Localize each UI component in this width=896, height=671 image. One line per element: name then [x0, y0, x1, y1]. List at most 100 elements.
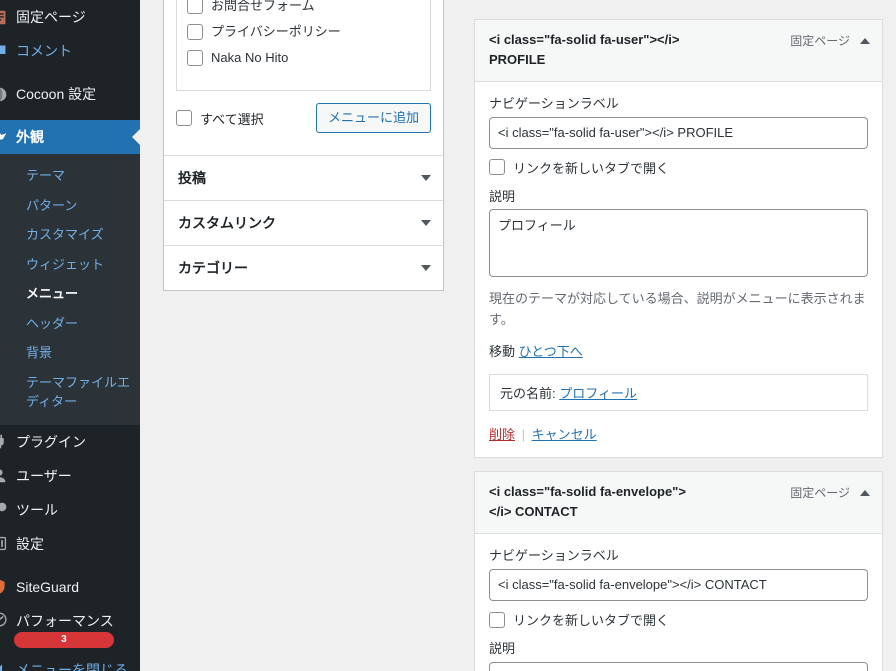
cancel-link[interactable]: キャンセル — [532, 427, 597, 442]
nav-label-input[interactable] — [489, 568, 868, 602]
chevron-down-icon[interactable] — [421, 220, 431, 226]
menu-item-title: <i class="fa-solid fa-user"></i> PROFILE — [489, 30, 679, 70]
checkbox-row[interactable]: お問合せフォーム — [187, 0, 420, 19]
sidebar-item-label: 固定ページ — [16, 9, 86, 25]
sidebar-item-settings[interactable]: 設定 — [0, 527, 140, 561]
description-textarea[interactable]: プロフィール — [489, 209, 868, 278]
submenu-item-customize[interactable]: カスタマイズ — [0, 220, 140, 250]
menu-item-type-label: 固定ページ — [790, 486, 850, 501]
checkbox[interactable] — [187, 0, 203, 14]
accordion-title: カスタムリンク — [178, 215, 276, 231]
sidebar-item-label: コメント — [16, 43, 72, 59]
description-label: 説明 — [489, 641, 516, 657]
submenu-item-header[interactable]: ヘッダー — [0, 309, 140, 339]
description-field-group: 説明 お問い合わせ — [489, 639, 868, 671]
submenu-item-patterns[interactable]: パターン — [0, 191, 140, 221]
menu-item-profile: <i class="fa-solid fa-user"></i> PROFILE … — [474, 19, 883, 459]
performance-update-badge: 3 — [14, 631, 114, 648]
accordion-title: カテゴリー — [178, 260, 248, 276]
sidebar-item-label: プラグイン — [16, 433, 86, 450]
accordion-custom-links[interactable]: カスタムリンク — [164, 200, 443, 245]
open-in-new-tab-checkbox[interactable] — [489, 159, 505, 176]
performance-icon — [0, 611, 14, 628]
sidebar-item-label: メニューを閉じる — [16, 661, 128, 671]
pages-checkbox-list[interactable]: プロフィール お問合せフォーム プライバシーポリシー Naka No Hito — [176, 0, 431, 91]
plugins-icon — [0, 433, 14, 450]
appearance-submenu: テーマ パターン カスタマイズ ウィジェット メニュー ヘッダー 背景 テーマフ… — [0, 154, 140, 425]
menu-item-title: <i class="fa-solid fa-envelope"> </i> CON… — [489, 482, 686, 522]
pages-icon — [0, 9, 14, 26]
add-menu-items-panel: プロフィール お問合せフォーム プライバシーポリシー Naka No Hito — [163, 0, 444, 291]
submenu-item-widgets[interactable]: ウィジェット — [0, 250, 140, 280]
settings-icon — [0, 535, 14, 552]
menu-item-title-line1: <i class="fa-solid fa-user"></i> — [489, 32, 680, 47]
nav-label-label: ナビゲーションラベル — [489, 548, 619, 564]
menu-item-header-right: 固定ページ — [790, 30, 870, 49]
original-name-box: 元の名前: プロフィール — [489, 374, 868, 412]
chevron-down-icon[interactable] — [421, 175, 431, 181]
delete-link[interactable]: 削除 — [489, 427, 515, 442]
sidebar-divider — [0, 561, 140, 570]
accordion-posts[interactable]: 投稿 — [164, 155, 443, 200]
sidebar-item-appearance[interactable]: 外観 — [0, 120, 140, 154]
nav-label-field-group: ナビゲーションラベル — [489, 94, 868, 149]
cocoon-icon — [0, 86, 14, 103]
submenu-item-themes[interactable]: テーマ — [0, 161, 140, 191]
sidebar-item-performance[interactable]: パフォーマンス 3 — [0, 604, 140, 653]
wordpress-admin-screen: 固定ページ コメント Cocoon 設定 外観 テーマ パターン カスタマイズ — [0, 0, 896, 671]
nav-label-label: ナビゲーションラベル — [489, 96, 619, 112]
chevron-up-icon[interactable] — [860, 489, 870, 496]
sidebar-item-label: SiteGuard — [16, 578, 80, 595]
description-field-group: 説明 プロフィール — [489, 187, 868, 281]
menu-item-header[interactable]: <i class="fa-solid fa-envelope"> </i> CON… — [475, 472, 882, 535]
action-separator: | — [521, 427, 526, 443]
menu-item-header-right: 固定ページ — [790, 482, 870, 501]
chevron-down-icon[interactable] — [421, 265, 431, 271]
sidebar-item-collapse-menu[interactable]: メニューを閉じる — [0, 653, 140, 671]
open-in-new-tab-label: リンクを新しいタブで開く — [513, 160, 670, 176]
checkbox-row[interactable]: Naka No Hito — [187, 45, 420, 71]
tools-icon — [0, 501, 14, 518]
sidebar-item-users[interactable]: ユーザー — [0, 459, 140, 493]
checkbox[interactable] — [187, 50, 203, 66]
menu-item-title-line2: </i> CONTACT — [489, 504, 578, 520]
submenu-item-background[interactable]: 背景 — [0, 338, 140, 368]
checkbox-row[interactable]: プライバシーポリシー — [187, 19, 420, 45]
menu-item-title-line2: PROFILE — [489, 52, 546, 68]
sidebar-item-siteguard[interactable]: SiteGuard — [0, 570, 140, 604]
open-in-new-tab-checkbox[interactable] — [489, 611, 505, 628]
sidebar-item-pages[interactable]: 固定ページ — [0, 0, 140, 34]
description-textarea[interactable]: お問い合わせ — [489, 661, 868, 671]
menu-item-header[interactable]: <i class="fa-solid fa-user"></i> PROFILE … — [475, 20, 882, 83]
description-label: 説明 — [489, 188, 516, 204]
select-all-row[interactable]: すべて選択 — [176, 109, 264, 128]
menu-item-settings: ナビゲーションラベル リンクを新しいタブで開く 説明 プロフィール 現在のテーマ… — [475, 82, 882, 457]
accordion-title: 投稿 — [178, 170, 206, 186]
sidebar-item-plugins[interactable]: プラグイン — [0, 425, 140, 459]
original-name-link[interactable]: プロフィール — [559, 386, 637, 401]
menu-item-contact: <i class="fa-solid fa-envelope"> </i> CON… — [474, 471, 883, 671]
description-note: 現在のテーマが対応している場合、説明がメニューに表示されます。 — [489, 291, 866, 328]
open-in-new-tab-row[interactable]: リンクを新しいタブで開く — [489, 610, 868, 629]
sidebar-item-label: ツール — [16, 501, 58, 518]
chevron-up-icon[interactable] — [860, 37, 870, 44]
open-in-new-tab-label: リンクを新しいタブで開く — [513, 613, 670, 629]
move-down-link[interactable]: ひとつ下へ — [519, 344, 583, 359]
select-all-checkbox[interactable] — [176, 110, 192, 126]
checkbox-label: プライバシーポリシー — [211, 24, 341, 39]
sidebar-item-tools[interactable]: ツール — [0, 493, 140, 527]
move-label: 移動 — [489, 344, 516, 360]
open-in-new-tab-row[interactable]: リンクを新しいタブで開く — [489, 158, 868, 177]
accordion-categories[interactable]: カテゴリー — [164, 245, 443, 290]
nav-label-field-group: ナビゲーションラベル — [489, 546, 868, 602]
sidebar-item-comments[interactable]: コメント — [0, 34, 140, 68]
sidebar-item-label: Cocoon 設定 — [16, 86, 97, 102]
submenu-item-menus[interactable]: メニュー — [0, 279, 140, 309]
checkbox[interactable] — [187, 24, 203, 40]
sidebar-item-cocoon-settings[interactable]: Cocoon 設定 — [0, 77, 140, 111]
nav-label-input[interactable] — [489, 116, 868, 149]
add-to-menu-button[interactable]: メニューに追加 — [315, 103, 431, 133]
select-all-and-add-row: すべて選択 メニューに追加 — [176, 91, 431, 143]
original-name-label: 元の名前: — [500, 386, 556, 402]
submenu-item-theme-file-editor[interactable]: テーマファイルエディター — [0, 368, 140, 417]
